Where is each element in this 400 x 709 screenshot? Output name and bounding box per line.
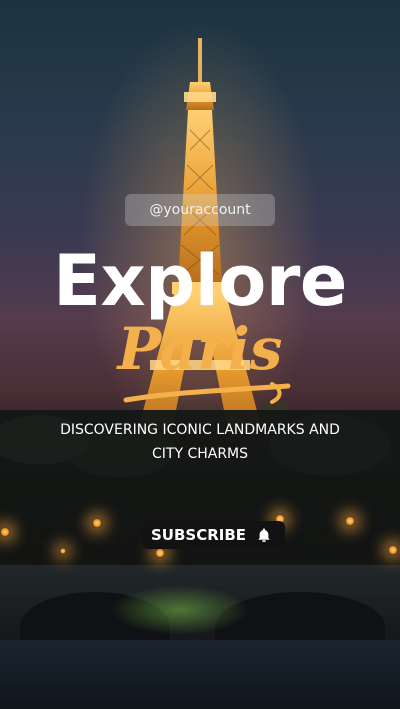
street-light: [155, 548, 165, 558]
account-handle-text: @youraccount: [149, 202, 251, 218]
street-light: [92, 518, 102, 528]
street-light: [60, 548, 66, 554]
street-light: [345, 516, 355, 526]
bridge-glow: [110, 585, 250, 635]
subscribe-button[interactable]: SUBSCRIBE: [142, 521, 285, 549]
subtitle-line: CITY CHARMS: [151, 446, 249, 462]
bell-icon: [258, 528, 270, 542]
account-handle[interactable]: @youraccount: [125, 194, 275, 226]
headline-script-word: Paris: [117, 315, 283, 383]
story-canvas: @youraccount Explore Paris DISCOVERING I…: [0, 0, 400, 709]
street-light: [388, 545, 398, 555]
subtitle-line: DISCOVERING ICONIC LANDMARKS AND: [60, 422, 340, 438]
script-underline: [123, 382, 291, 404]
subscribe-label: SUBSCRIBE: [151, 526, 247, 544]
subtitle: DISCOVERING ICONIC LANDMARKS AND CITY CH…: [0, 418, 400, 466]
headline-title: Explore: [53, 240, 347, 322]
street-light: [0, 527, 10, 537]
river: [0, 640, 400, 709]
